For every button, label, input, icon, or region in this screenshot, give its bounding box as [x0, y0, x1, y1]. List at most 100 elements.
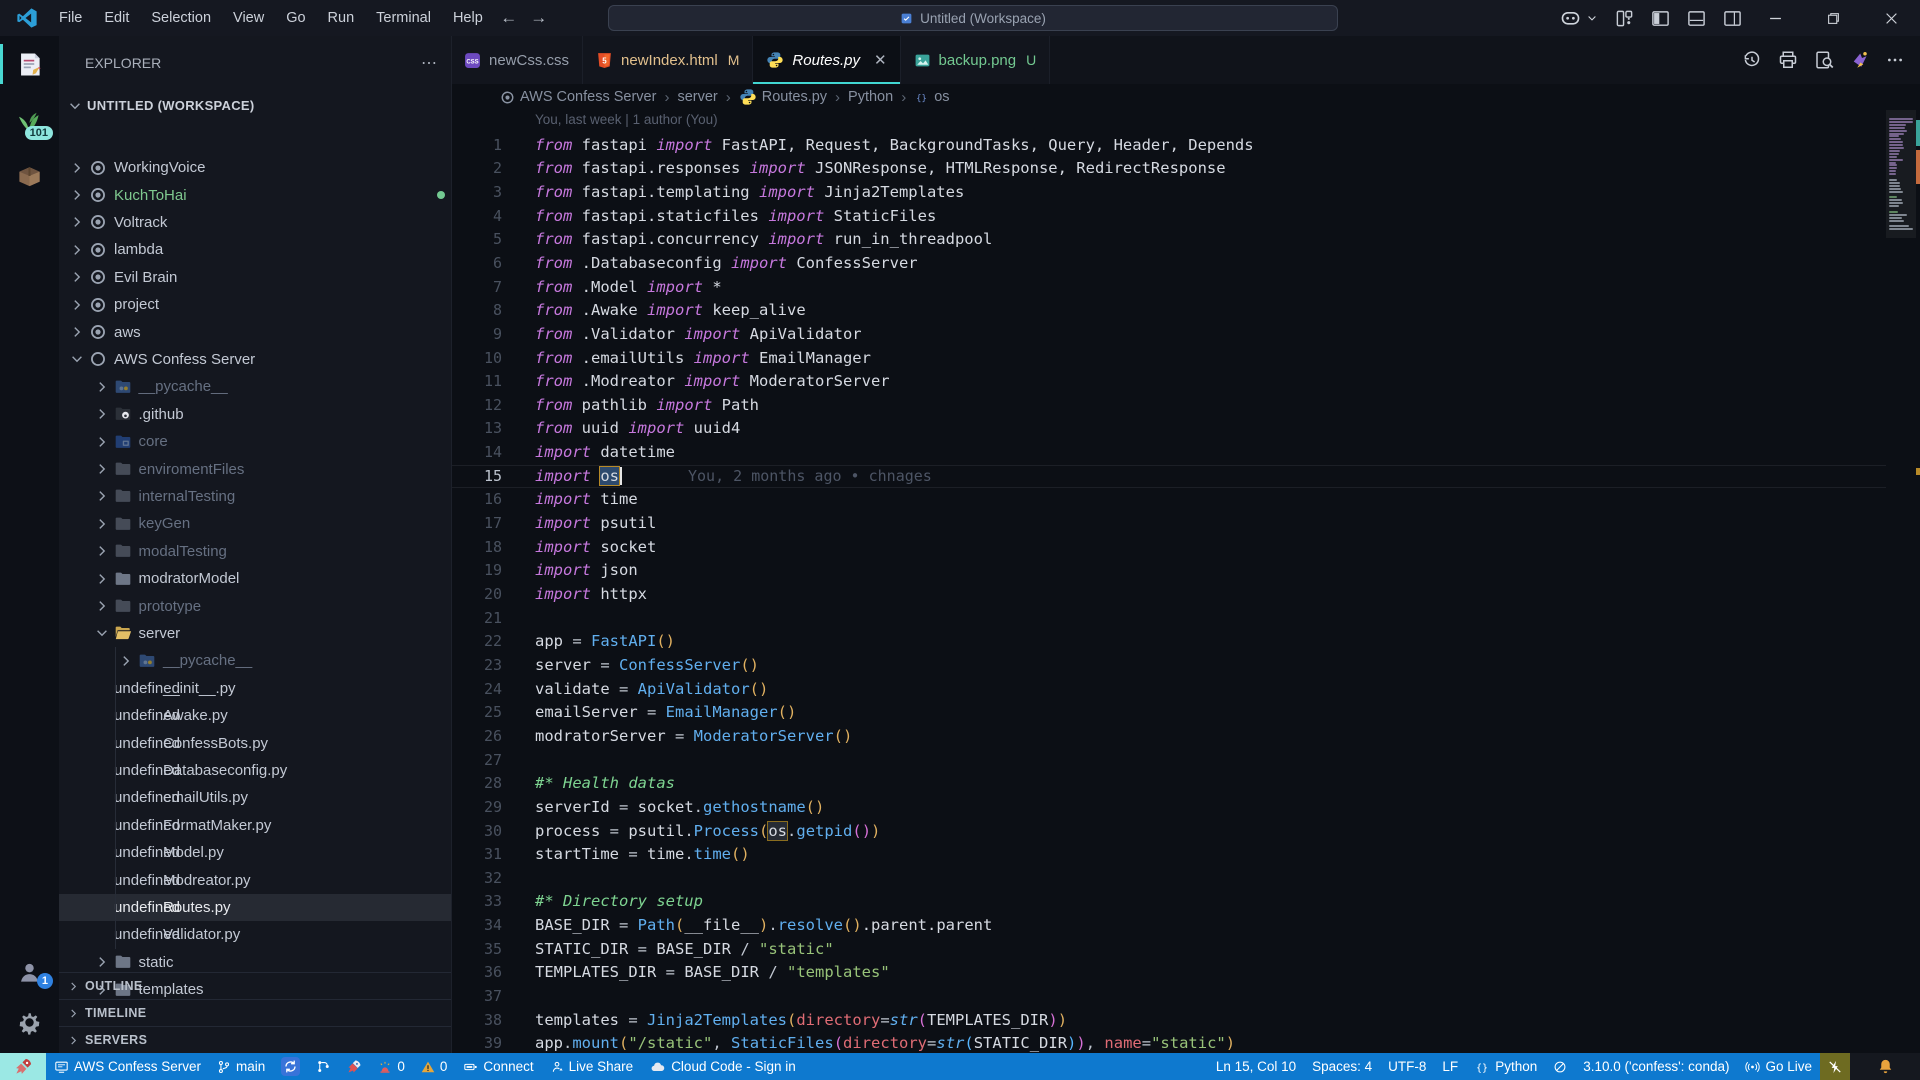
close-button[interactable]: [1862, 0, 1920, 36]
status-ln-15-col-10[interactable]: Ln 15, Col 10: [1208, 1053, 1304, 1080]
tab-backup-png[interactable]: backup.pngU: [901, 36, 1051, 84]
tree-item-lambda[interactable]: lambda: [59, 236, 452, 263]
activity-accounts[interactable]: 1: [0, 947, 59, 997]
explorer-more-icon[interactable]: ⋯: [421, 53, 437, 73]
workspace-header[interactable]: UNTITLED (WORKSPACE): [59, 92, 451, 119]
tree-item-project[interactable]: project: [59, 291, 452, 318]
status-aws-confess-server[interactable]: AWS Confess Server: [46, 1053, 209, 1080]
breadcrumb-python[interactable]: Python: [848, 89, 893, 105]
tree-item-prototype[interactable]: prototype: [59, 592, 452, 619]
chevron-right-icon: [92, 406, 112, 422]
status-main[interactable]: main: [209, 1053, 273, 1080]
tree-item-aws[interactable]: aws: [59, 318, 452, 345]
open-preview-icon[interactable]: [1814, 50, 1834, 70]
activity-settings[interactable]: [0, 997, 59, 1047]
status-cloud-code-sign-in[interactable]: Cloud Code - Sign in: [641, 1053, 804, 1080]
tree-item-keygen[interactable]: keyGen: [59, 510, 452, 537]
tree-item-evil-brain[interactable]: Evil Brain: [59, 264, 452, 291]
copilot-icon[interactable]: [1560, 8, 1581, 28]
tree-item--init-py[interactable]: undefined__init__.py: [59, 675, 452, 702]
status-connect[interactable]: Connect: [455, 1053, 541, 1080]
tree-item-core[interactable]: core: [59, 428, 452, 455]
breadcrumb-routes-py[interactable]: Routes.py: [739, 88, 827, 106]
tree-item-modaltesting[interactable]: modalTesting: [59, 538, 452, 565]
menu-help[interactable]: Help: [442, 0, 494, 36]
menu-terminal[interactable]: Terminal: [365, 0, 442, 36]
tree-item-formatmaker-py[interactable]: undefinedFormatMaker.py: [59, 812, 452, 839]
status-0[interactable]: 0: [413, 1053, 456, 1080]
toggle-panel-icon[interactable]: [1687, 9, 1706, 28]
toggle-sidebar-icon[interactable]: [1651, 9, 1670, 28]
print-icon[interactable]: [1778, 50, 1798, 70]
minimize-button[interactable]: [1746, 0, 1804, 36]
tree-item--pycache-[interactable]: __pycache__: [59, 373, 452, 400]
tree-item-modreator-py[interactable]: undefinedModreator.py: [59, 866, 452, 893]
tab-routes-py[interactable]: Routes.py✕: [753, 36, 900, 84]
restore-button[interactable]: [1804, 0, 1862, 36]
breadcrumb-aws-confess-server[interactable]: AWS Confess Server: [500, 89, 656, 105]
runner-icon[interactable]: [1850, 50, 1870, 70]
more-actions-icon[interactable]: [1886, 51, 1904, 69]
menu-selection[interactable]: Selection: [140, 0, 222, 36]
status-live-share[interactable]: Live Share: [542, 1053, 642, 1080]
tree-item-validator-py[interactable]: undefinedValidator.py: [59, 921, 452, 948]
status-sync-badge-icon[interactable]: [273, 1053, 308, 1080]
status-bell-icon[interactable]: [1850, 1053, 1920, 1080]
status-circle-slash-icon[interactable]: [1545, 1053, 1575, 1080]
nav-back-icon[interactable]: ←: [494, 8, 524, 28]
status-go-live[interactable]: Go Live: [1737, 1053, 1820, 1080]
status-rocket-icon[interactable]: [339, 1053, 370, 1080]
chevron-down-icon[interactable]: [1586, 12, 1598, 24]
section-timeline[interactable]: TIMELINE: [59, 999, 451, 1026]
status-lf[interactable]: LF: [1434, 1053, 1466, 1080]
breadcrumb-os[interactable]: {}os: [914, 89, 949, 105]
tree-item-confessbots-py[interactable]: undefinedConfessBots.py: [59, 729, 452, 756]
minimap[interactable]: [1886, 110, 1920, 1053]
status-3-10-0-confess-conda-[interactable]: 3.10.0 ('confess': conda): [1575, 1053, 1737, 1080]
breadcrumb-server[interactable]: server: [677, 89, 717, 105]
tree-item-internaltesting[interactable]: internalTesting: [59, 483, 452, 510]
tree-item-enviromentfiles[interactable]: enviromentFiles: [59, 455, 452, 482]
status-python[interactable]: {}Python: [1466, 1053, 1545, 1080]
nav-forward-icon[interactable]: →: [524, 8, 554, 28]
tree-item-model-py[interactable]: undefinedModel.py: [59, 839, 452, 866]
menu-file[interactable]: File: [48, 0, 93, 36]
tree-item-routes-py[interactable]: undefinedRoutes.py: [59, 894, 452, 921]
activity-extensions[interactable]: [0, 148, 59, 204]
menu-go[interactable]: Go: [275, 0, 316, 36]
toggle-secondary-sidebar-icon[interactable]: [1723, 9, 1742, 28]
status-0[interactable]: 0: [370, 1053, 413, 1080]
tree-item-kuchtohai[interactable]: KuchToHai: [59, 181, 452, 208]
status-spaces-4[interactable]: Spaces: 4: [1304, 1053, 1380, 1080]
menu-edit[interactable]: Edit: [93, 0, 140, 36]
menu-view[interactable]: View: [222, 0, 275, 36]
tree-item-server[interactable]: server: [59, 620, 452, 647]
tree-item-workingvoice[interactable]: WorkingVoice: [59, 154, 452, 181]
code-line: from .Validator import ApiValidator: [535, 323, 862, 347]
history-icon[interactable]: [1742, 50, 1762, 70]
tree-item-databaseconfig-py[interactable]: undefinedDatabaseconfig.py: [59, 757, 452, 784]
close-icon[interactable]: ✕: [874, 51, 887, 69]
section-outline[interactable]: OUTLINE: [59, 972, 451, 999]
tab-newcss-css[interactable]: CSSnewCss.css: [451, 36, 583, 84]
command-center-search[interactable]: Untitled (Workspace): [608, 5, 1338, 31]
customize-layout-icon[interactable]: [1615, 9, 1634, 28]
activity-source-control[interactable]: 101: [0, 92, 59, 148]
section-servers[interactable]: SERVERS: [59, 1026, 451, 1053]
menu-run[interactable]: Run: [317, 0, 366, 36]
tree-item-aws-confess-server[interactable]: AWS Confess Server: [59, 346, 452, 373]
tree-item-voltrack[interactable]: Voltrack: [59, 209, 452, 236]
status-zap-off-icon[interactable]: [1820, 1053, 1850, 1080]
status-utf-8[interactable]: UTF-8: [1380, 1053, 1434, 1080]
status-remote-indicator[interactable]: [0, 1053, 46, 1080]
activity-explorer[interactable]: [0, 36, 59, 92]
tree-item-modratormodel[interactable]: modratorModel: [59, 565, 452, 592]
tree-item--pycache-[interactable]: __pycache__: [59, 647, 452, 674]
tree-item--github[interactable]: .github: [59, 401, 452, 428]
status-label: Ln 15, Col 10: [1216, 1059, 1296, 1074]
tree-item-awake-py[interactable]: undefinedAwake.py: [59, 702, 452, 729]
tab-newindex-html[interactable]: 5newIndex.htmlM: [583, 36, 753, 84]
status-git-graph-icon[interactable]: [308, 1053, 339, 1080]
tree-item-emailutils-py[interactable]: undefinedemailUtils.py: [59, 784, 452, 811]
code-editor[interactable]: You, last week | 1 author (You)1from fas…: [451, 110, 1920, 1053]
